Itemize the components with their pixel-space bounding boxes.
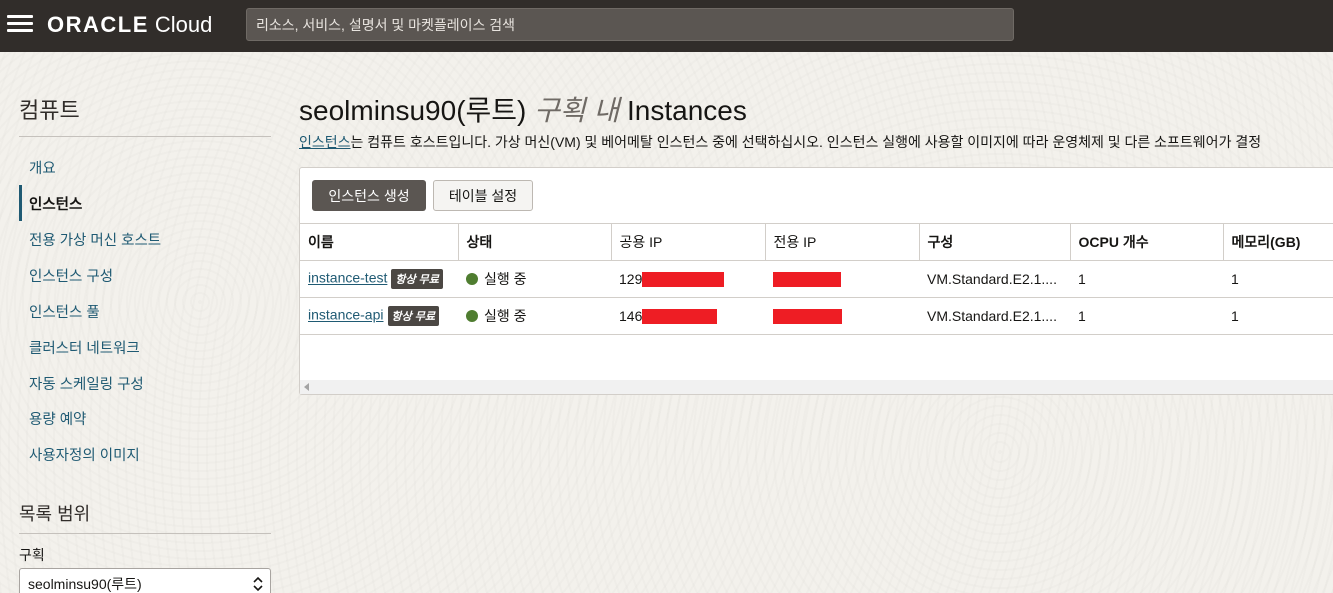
redaction-bar <box>642 272 725 288</box>
create-instance-button[interactable]: 인스턴스 생성 <box>312 180 426 211</box>
column-header-shape[interactable]: 구성 <box>919 223 1071 261</box>
column-header-public-ip[interactable]: 공용 IP <box>611 223 766 261</box>
page-title-in: 구획 내 <box>534 95 620 126</box>
sidebar-divider <box>19 136 271 137</box>
ocpu-cell: 1 <box>1070 297 1223 335</box>
page-title-compartment: seolminsu90(루트) <box>299 95 527 126</box>
status-running-icon <box>466 273 478 285</box>
page-description: 인스턴스는 컴퓨트 호스트입니다. 가상 머신(VM) 및 베어메탈 인스턴스 … <box>299 132 1333 152</box>
logo-brand: ORACLE <box>47 12 149 37</box>
memory-cell: 1 <box>1223 260 1333 298</box>
compartment-label: 구획 <box>19 547 45 563</box>
public-ip-cell: 129 <box>611 260 765 298</box>
status-text: 실행 중 <box>484 271 527 287</box>
redaction-bar <box>773 272 841 288</box>
private-ip-cell <box>765 260 919 298</box>
list-scope-title: 목록 범위 <box>19 504 91 524</box>
horizontal-scrollbar[interactable] <box>300 380 1333 394</box>
redaction-bar <box>773 309 842 325</box>
search-placeholder: 리소스, 서비스, 설명서 및 마켓플레이스 검색 <box>256 16 516 33</box>
ocpu-cell: 1 <box>1070 260 1223 298</box>
public-ip-prefix: 129 <box>619 270 643 287</box>
private-ip-cell <box>765 297 919 335</box>
chevron-up-down-icon <box>253 576 263 592</box>
redaction-bar <box>642 309 718 325</box>
memory-cell: 1 <box>1223 297 1333 335</box>
sidebar-item-cluster-networks[interactable]: 클러스터 네트워크 <box>19 329 271 365</box>
always-free-badge: 항상 무료 <box>391 269 443 289</box>
description-text: 는 컴퓨트 호스트입니다. 가상 머신(VM) 및 베어메탈 인스턴스 중에 선… <box>350 134 1262 150</box>
sidebar-title: 컴퓨트 <box>19 98 80 123</box>
table-header-row: 이름 상태 공용 IP 전용 IP 구성 OCPU 개수 메모리(GB) <box>300 223 1333 261</box>
column-header-status[interactable]: 상태 <box>458 223 612 261</box>
column-header-name[interactable]: 이름 <box>300 223 459 261</box>
public-ip-prefix: 146 <box>619 307 643 324</box>
sidebar-item-custom-images[interactable]: 사용자정의 이미지 <box>19 436 271 472</box>
instances-table: 이름 상태 공용 IP 전용 IP 구성 OCPU 개수 메모리(GB) ins… <box>300 223 1333 335</box>
sidebar-item-instance-pools[interactable]: 인스턴스 풀 <box>19 293 271 329</box>
sidebar-item-capacity-reservations[interactable]: 용량 예약 <box>19 400 271 436</box>
scope-divider <box>19 533 271 534</box>
compartment-select[interactable]: seolminsu90(루트) <box>19 568 271 593</box>
instance-name-link[interactable]: instance-test <box>308 270 387 286</box>
hamburger-icon[interactable] <box>7 14 33 34</box>
column-header-private-ip[interactable]: 전용 IP <box>765 223 920 261</box>
instance-name-cell: instance-api 항상 무료 <box>300 297 458 335</box>
instance-name-link[interactable]: instance-api <box>308 307 384 323</box>
oracle-cloud-logo[interactable]: ORACLE Cloud <box>47 11 212 39</box>
table-row: instance-api 항상 무료 실행 중 146 VM.Standard.E… <box>300 297 1333 335</box>
shape-cell: VM.Standard.E2.1.... <box>919 260 1070 298</box>
shape-cell: VM.Standard.E2.1.... <box>919 297 1070 335</box>
global-search-input[interactable]: 리소스, 서비스, 설명서 및 마켓플레이스 검색 <box>246 8 1014 41</box>
status-cell: 실행 중 <box>458 297 611 335</box>
column-header-memory[interactable]: 메모리(GB) <box>1223 223 1333 261</box>
page-title-resource: Instances <box>627 95 747 126</box>
compartment-value: seolminsu90(루트) <box>28 576 142 592</box>
page-title: seolminsu90(루트) 구획 내 Instances <box>299 89 747 129</box>
scroll-left-arrow-icon[interactable] <box>304 383 309 391</box>
sidebar-item-instances[interactable]: 인스턴스 <box>19 185 271 221</box>
logo-product: Cloud <box>154 12 213 37</box>
sidebar-item-dedicated-vm-hosts[interactable]: 전용 가상 머신 호스트 <box>19 221 271 257</box>
table-row: instance-test 항상 무료 실행 중 129 VM.Standard.… <box>300 260 1333 298</box>
public-ip-cell: 146 <box>611 297 765 335</box>
status-text: 실행 중 <box>484 308 527 324</box>
sidebar-item-autoscaling[interactable]: 자동 스케일링 구성 <box>19 365 271 401</box>
always-free-badge: 항상 무료 <box>387 306 440 326</box>
status-cell: 실행 중 <box>458 260 611 298</box>
status-running-icon <box>466 310 478 322</box>
instances-doc-link[interactable]: 인스턴스 <box>299 134 351 150</box>
sidebar-item-overview[interactable]: 개요 <box>19 149 271 185</box>
table-settings-button[interactable]: 테이블 설정 <box>433 180 533 211</box>
instance-name-cell: instance-test 항상 무료 <box>300 260 458 298</box>
column-header-ocpu[interactable]: OCPU 개수 <box>1070 223 1224 261</box>
top-bar: ORACLE Cloud 리소스, 서비스, 설명서 및 마켓플레이스 검색 <box>0 0 1333 52</box>
sidebar-item-instance-configurations[interactable]: 인스턴스 구성 <box>19 257 271 293</box>
